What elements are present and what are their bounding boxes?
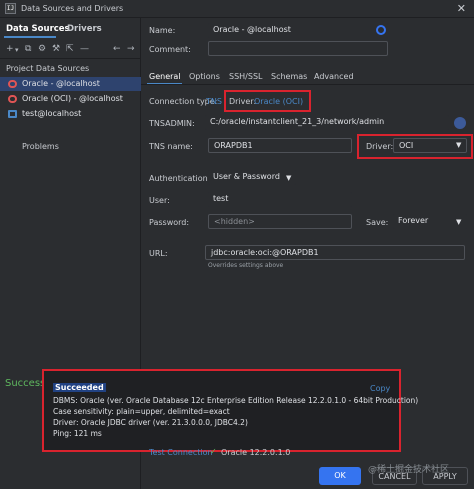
test-result-popup: Succeeded Copy DBMS: Oracle (ver. Oracle… xyxy=(42,369,418,452)
popup-line: Case sensitivity: plain=upper, delimited… xyxy=(53,407,230,416)
db-icon xyxy=(8,110,17,118)
data-source-label: test@localhost xyxy=(22,109,82,118)
tab-data-sources[interactable]: Data Sources xyxy=(6,24,70,34)
tnsadmin-label: TNSADMIN: xyxy=(149,119,195,128)
comment-field[interactable] xyxy=(208,41,388,56)
data-source-label: Oracle - @localhost xyxy=(22,79,100,88)
export-icon[interactable]: ⇱ xyxy=(66,44,74,54)
copy-icon[interactable]: ⧉ xyxy=(25,44,31,54)
copy-link[interactable]: Copy xyxy=(370,384,390,393)
success-note: Success xyxy=(5,378,46,389)
oracle-db-icon xyxy=(8,80,17,88)
active-tab-indicator xyxy=(4,36,56,38)
data-source-item[interactable]: Oracle - @localhost xyxy=(0,77,141,91)
add-icon[interactable]: + xyxy=(6,44,14,54)
data-source-item[interactable]: test@localhost xyxy=(0,107,141,121)
tab-drivers[interactable]: Drivers xyxy=(67,24,102,34)
window-title: Data Sources and Drivers xyxy=(21,4,124,13)
popup-line: Ping: 121 ms xyxy=(53,429,102,438)
authentication-select[interactable]: User & Password xyxy=(208,170,296,185)
name-field[interactable]: Oracle - @localhost xyxy=(208,23,388,38)
remove-icon[interactable]: — xyxy=(80,44,89,54)
data-source-label: Oracle (OCI) - @localhost xyxy=(22,94,123,103)
authentication-label: Authentication: xyxy=(149,174,211,183)
settings-icon[interactable]: ⚙ xyxy=(38,44,46,54)
url-label: URL: xyxy=(149,249,168,258)
app-icon: IJ xyxy=(5,3,16,14)
chevron-down-icon[interactable]: ▼ xyxy=(456,141,461,149)
browse-icon[interactable] xyxy=(454,117,466,129)
data-source-item[interactable]: Oracle (OCI) - @localhost xyxy=(0,92,141,106)
save-label: Save: xyxy=(366,218,389,227)
tab-divider xyxy=(141,84,474,85)
name-label: Name: xyxy=(149,26,176,35)
popup-line: Driver: Oracle JDBC driver (ver. 21.3.0.… xyxy=(53,418,248,427)
wrench-icon[interactable]: ⚒ xyxy=(52,44,60,54)
password-label: Password: xyxy=(149,218,190,227)
oracle-db-icon xyxy=(8,95,17,103)
ok-button[interactable]: OK xyxy=(319,467,361,485)
user-field[interactable]: test xyxy=(208,192,352,207)
problems-item[interactable]: Problems xyxy=(22,142,59,151)
tnsname-label: TNS name: xyxy=(149,142,193,151)
tab-general[interactable]: General xyxy=(149,72,181,81)
tab-schemas[interactable]: Schemas xyxy=(271,72,307,81)
password-field[interactable]: <hidden> xyxy=(208,214,352,229)
chevron-down-icon[interactable]: ▼ xyxy=(286,174,291,182)
divider xyxy=(0,58,141,59)
driver-select-value: OCI xyxy=(399,141,414,150)
forward-arrow-icon[interactable]: → xyxy=(127,44,135,54)
chevron-down-icon[interactable]: ▼ xyxy=(456,218,461,226)
test-connection-link[interactable]: Test Connection xyxy=(149,448,213,457)
check-icon: ✓ xyxy=(210,447,217,456)
comment-label: Comment: xyxy=(149,45,191,54)
color-picker-icon[interactable] xyxy=(376,25,386,35)
user-label: User: xyxy=(149,196,170,205)
section-title: Project Data Sources xyxy=(6,64,90,73)
connection-type-link[interactable]: TNS xyxy=(206,97,222,106)
tnsname-field[interactable]: ORAPDB1 xyxy=(208,138,352,153)
tab-ssh-ssl[interactable]: SSH/SSL xyxy=(229,72,262,81)
driver-label: Driver: xyxy=(229,97,257,106)
tab-advanced[interactable]: Advanced xyxy=(314,72,354,81)
driver-link[interactable]: Oracle (OCI) xyxy=(254,97,303,106)
popup-line: DBMS: Oracle (ver. Oracle Database 12c E… xyxy=(53,396,419,405)
close-icon[interactable]: ✕ xyxy=(457,2,466,15)
watermark: @稀土掘金技术社区 xyxy=(368,465,450,475)
test-result: Oracle 12.2.0.1.0 xyxy=(221,448,291,457)
chevron-down-icon[interactable]: ▾ xyxy=(15,46,19,54)
tab-options[interactable]: Options xyxy=(189,72,220,81)
popup-title: Succeeded xyxy=(53,383,106,392)
url-field[interactable]: jdbc:oracle:oci:@ORAPDB1 xyxy=(205,245,465,260)
driver-select-label: Driver: xyxy=(366,142,394,151)
tnsadmin-field[interactable]: C:/oracle/instantclient_21_3/network/adm… xyxy=(205,115,449,130)
url-hint: Overrides settings above xyxy=(208,262,284,269)
back-arrow-icon[interactable]: ← xyxy=(113,44,121,54)
